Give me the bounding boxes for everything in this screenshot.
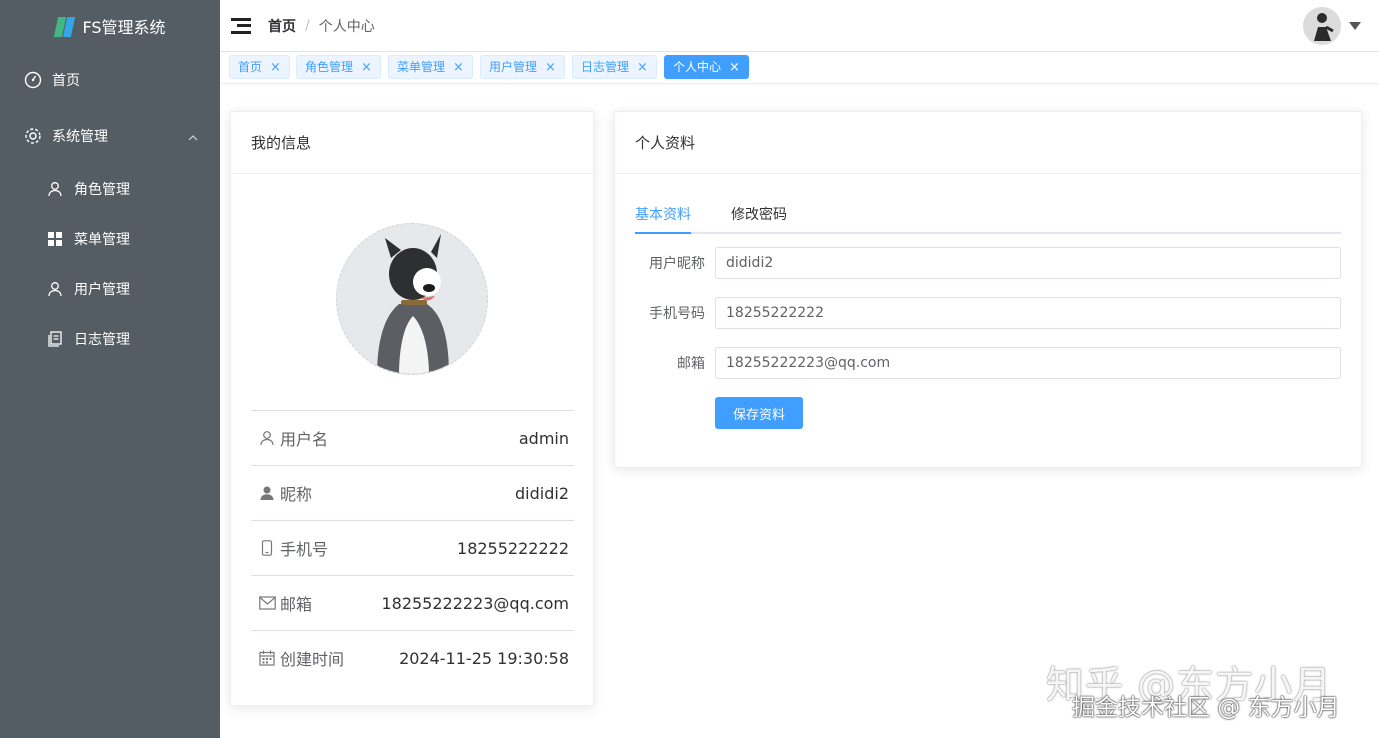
user-solid-icon (258, 484, 276, 502)
close-icon[interactable]: × (545, 61, 556, 74)
profile-tabs: 基本资料 修改密码 (635, 204, 1341, 234)
tag-profile[interactable]: 个人中心 × (664, 55, 749, 79)
info-label: 手机号 (258, 536, 328, 560)
tag-menus[interactable]: 菜单管理 × (388, 55, 473, 79)
info-label-text: 手机号 (280, 540, 329, 559)
sidebar-item-menus[interactable]: 菜单管理 (0, 214, 220, 264)
top-header: 首页 / 个人中心 (220, 0, 1379, 52)
tags-view: 首页 × 角色管理 × 菜单管理 × 用户管理 × 日志管理 × 个人中心 × (220, 52, 1379, 84)
sidebar: FS管理系统 首页 系统管理 角色管理 菜单管理 用户管理 日志管理 (0, 0, 220, 738)
tag-label: 用户管理 (489, 60, 538, 74)
info-row-created: 创建时间 2024-11-25 19:30:58 (251, 630, 574, 685)
user-icon (46, 180, 64, 198)
info-row-nickname: 昵称 dididi2 (251, 465, 574, 520)
mobile-icon (258, 539, 276, 557)
tag-roles[interactable]: 角色管理 × (296, 55, 381, 79)
tag-home[interactable]: 首页 × (229, 55, 290, 79)
breadcrumb-home[interactable]: 首页 (268, 16, 296, 36)
sidebar-item-label: 角色管理 (74, 182, 130, 198)
watermark-juejin: 掘金技术社区 @ 东方小月 (1072, 695, 1340, 721)
sidebar-item-system[interactable]: 系统管理 (0, 108, 220, 164)
my-info-card: 我的信息 用户名 admin 昵称 dididi2 手机号 1825522222… (230, 111, 594, 706)
sidebar-item-label: 日志管理 (74, 332, 130, 348)
email-input[interactable] (715, 347, 1341, 379)
sidebar-item-roles[interactable]: 角色管理 (0, 164, 220, 214)
info-row-phone: 手机号 18255222222 (251, 520, 574, 575)
info-value: 2024-11-25 19:30:58 (399, 648, 569, 668)
caret-down-icon (1349, 18, 1361, 34)
tag-label: 日志管理 (581, 60, 630, 74)
close-icon[interactable]: × (453, 61, 464, 74)
card-title: 个人资料 (615, 112, 1361, 174)
tag-label: 角色管理 (305, 60, 354, 74)
form-row-phone: 手机号码 (635, 297, 1341, 329)
profile-card: 个人资料 基本资料 修改密码 用户昵称 手机号码 邮箱 保存资料 (614, 111, 1362, 468)
info-label-text: 创建时间 (280, 650, 345, 669)
chevron-up-icon (188, 131, 198, 147)
nickname-label: 用户昵称 (649, 256, 705, 272)
profile-avatar[interactable] (336, 223, 488, 375)
form-row-email: 邮箱 (635, 347, 1341, 379)
email-label: 邮箱 (677, 356, 705, 372)
sidebar-item-users[interactable]: 用户管理 (0, 264, 220, 314)
tag-label: 菜单管理 (397, 60, 446, 74)
info-list: 用户名 admin 昵称 dididi2 手机号 18255222222 邮箱 … (251, 410, 574, 685)
user-icon (46, 280, 64, 298)
sidebar-item-label: 用户管理 (74, 282, 130, 298)
breadcrumb: 首页 / 个人中心 (268, 16, 375, 36)
tab-change-password[interactable]: 修改密码 (731, 204, 791, 234)
close-icon[interactable]: × (270, 61, 281, 74)
tag-label: 个人中心 (673, 60, 722, 74)
tab-basic-info[interactable]: 基本资料 (635, 204, 691, 234)
info-label-text: 邮箱 (280, 595, 313, 614)
info-value: dididi2 (515, 483, 569, 503)
info-row-username: 用户名 admin (251, 410, 574, 465)
tag-logs[interactable]: 日志管理 × (572, 55, 657, 79)
info-row-email: 邮箱 18255222223@qq.com (251, 575, 574, 630)
grid-icon (46, 230, 64, 248)
document-icon (46, 330, 64, 348)
calendar-icon (258, 649, 276, 667)
info-value: 18255222222 (457, 538, 569, 558)
user-outline-icon (258, 429, 276, 447)
brand-title: FS管理系统 (82, 18, 166, 37)
logo-icon (54, 15, 76, 37)
save-profile-button[interactable]: 保存资料 (715, 397, 803, 429)
form-row-nickname: 用户昵称 (635, 247, 1341, 279)
info-value: 18255222223@qq.com (381, 593, 569, 613)
info-value: admin (518, 428, 569, 448)
close-icon[interactable]: × (637, 61, 648, 74)
info-label: 昵称 (258, 481, 312, 505)
breadcrumb-current: 个人中心 (318, 18, 375, 35)
user-dropdown[interactable] (1303, 7, 1361, 45)
info-label-text: 用户名 (280, 430, 329, 449)
sidebar-item-label: 首页 (52, 73, 80, 89)
close-icon[interactable]: × (729, 61, 740, 74)
mail-icon (258, 594, 276, 612)
info-label: 用户名 (258, 426, 328, 450)
info-label-text: 昵称 (280, 485, 313, 504)
menu-toggle-icon[interactable] (231, 17, 251, 34)
tag-label: 首页 (238, 60, 263, 74)
tag-users[interactable]: 用户管理 × (480, 55, 565, 79)
sidebar-item-label: 菜单管理 (74, 232, 130, 248)
breadcrumb-separator: / (305, 17, 310, 34)
close-icon[interactable]: × (361, 61, 372, 74)
gear-icon (24, 127, 42, 145)
dashboard-icon (24, 71, 42, 89)
info-label: 创建时间 (258, 646, 344, 670)
card-title: 我的信息 (231, 112, 593, 174)
phone-input[interactable] (715, 297, 1341, 329)
sidebar-item-home[interactable]: 首页 (0, 52, 220, 108)
avatar[interactable] (1303, 7, 1341, 45)
sidebar-item-label: 系统管理 (52, 129, 108, 145)
nickname-input[interactable] (715, 247, 1341, 279)
brand[interactable]: FS管理系统 (0, 0, 220, 52)
info-label: 邮箱 (258, 591, 312, 615)
sidebar-item-logs[interactable]: 日志管理 (0, 314, 220, 364)
phone-label: 手机号码 (649, 306, 705, 322)
